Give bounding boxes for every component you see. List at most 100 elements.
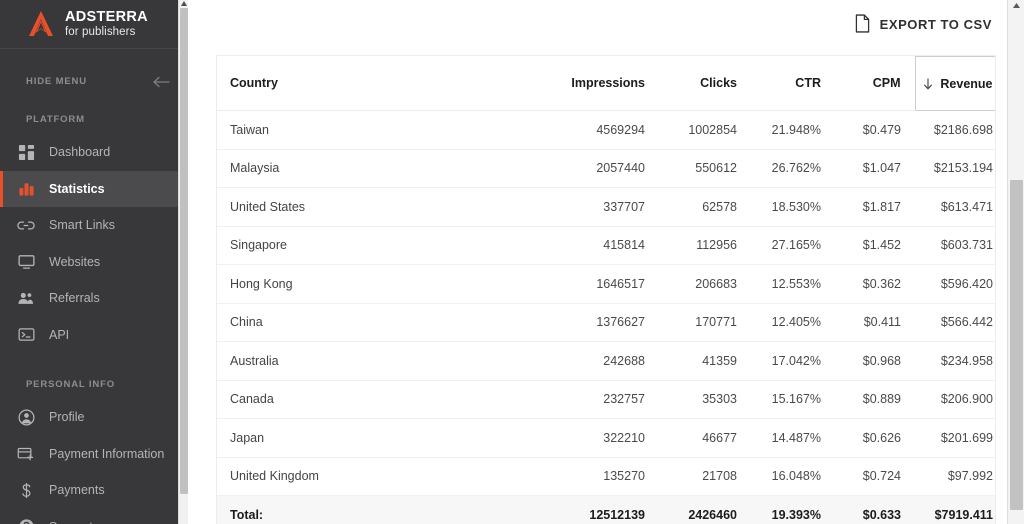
cell-clicks: 206683 bbox=[659, 264, 751, 304]
sidebar-item-label: Payment Information bbox=[49, 446, 165, 461]
file-icon bbox=[855, 13, 870, 36]
sidebar-item-payment-information[interactable]: Payment Information bbox=[0, 436, 188, 473]
cell-cpm: $0.633 bbox=[835, 495, 915, 524]
column-header-clicks[interactable]: Clicks bbox=[659, 56, 751, 111]
cell-revenue: $613.471 bbox=[915, 187, 995, 227]
scroll-up-arrow-icon[interactable] bbox=[181, 1, 187, 6]
table-row: Japan 322210 46677 14.487% $0.626 $201.699 bbox=[217, 418, 995, 458]
link-icon bbox=[17, 216, 35, 234]
cell-revenue: $596.420 bbox=[915, 264, 995, 304]
sidebar-item-api[interactable]: API bbox=[0, 317, 188, 354]
cell-country: United States bbox=[217, 187, 547, 227]
sidebar-item-statistics[interactable]: Statistics bbox=[0, 170, 178, 207]
hide-menu-toggle[interactable]: HIDE MENU bbox=[0, 62, 188, 100]
sidebar-item-websites[interactable]: Websites bbox=[0, 244, 188, 281]
cell-ctr: 26.762% bbox=[751, 149, 835, 188]
cell-cpm: $0.626 bbox=[835, 418, 915, 458]
content-toolbar: EXPORT TO CSV bbox=[188, 0, 1024, 49]
dollar-icon bbox=[17, 481, 35, 499]
table-total-row: Total: 12512139 2426460 19.393% $0.633 $7919.… bbox=[217, 495, 995, 524]
brand-subtitle: for publishers bbox=[65, 25, 136, 38]
sidebar-item-label: Smart Links bbox=[49, 218, 115, 233]
cell-revenue: $97.992 bbox=[915, 457, 995, 496]
cell-cpm: $0.411 bbox=[835, 303, 915, 342]
help-circle-icon bbox=[17, 518, 35, 524]
terminal-icon bbox=[17, 326, 35, 344]
cell-country: United Kingdom bbox=[217, 457, 547, 496]
export-to-csv-label: EXPORT TO CSV bbox=[879, 17, 992, 32]
sidebar: ADSTERRA for publishers HIDE MENU PLATFO… bbox=[0, 0, 188, 524]
brand-logo[interactable]: ADSTERRA for publishers bbox=[0, 0, 188, 49]
column-header-revenue-label: Revenue bbox=[940, 76, 993, 91]
cell-clicks: 170771 bbox=[659, 303, 751, 342]
cell-ctr: 12.553% bbox=[751, 264, 835, 304]
cell-revenue: $201.699 bbox=[915, 418, 995, 458]
scroll-up-arrow-icon[interactable] bbox=[1013, 3, 1020, 8]
cell-ctr: 18.530% bbox=[751, 187, 835, 227]
cell-impressions: 322210 bbox=[547, 418, 659, 458]
cell-impressions: 1376627 bbox=[547, 303, 659, 342]
arrow-left-icon bbox=[153, 75, 170, 88]
cell-cpm: $1.047 bbox=[835, 149, 915, 188]
cell-country: Australia bbox=[217, 341, 547, 381]
cell-impressions: 2057440 bbox=[547, 149, 659, 188]
sidebar-item-label: Profile bbox=[49, 410, 85, 425]
cell-impressions: 135270 bbox=[547, 457, 659, 496]
table-row: United States 337707 62578 18.530% $1.817 $61… bbox=[217, 187, 995, 227]
cell-country: Japan bbox=[217, 418, 547, 458]
column-header-ctr[interactable]: CTR bbox=[751, 56, 835, 111]
cell-revenue: $7919.411 bbox=[915, 495, 995, 524]
sidebar-item-referrals[interactable]: Referrals bbox=[0, 280, 188, 317]
bar-chart-icon bbox=[17, 180, 35, 198]
column-header-impressions[interactable]: Impressions bbox=[547, 56, 659, 111]
cell-revenue: $2186.698 bbox=[915, 110, 995, 150]
page-scrollbar[interactable] bbox=[1007, 0, 1024, 524]
cell-impressions: 1646517 bbox=[547, 264, 659, 304]
table-row: China 1376627 170771 12.405% $0.411 $566.442 bbox=[217, 303, 995, 342]
sidebar-item-label: Statistics bbox=[49, 181, 105, 196]
table-row: United Kingdom 135270 21708 16.048% $0.724 $9… bbox=[217, 457, 995, 496]
table-row: Singapore 415814 112956 27.165% $1.452 $603.7… bbox=[217, 226, 995, 265]
cell-impressions: 337707 bbox=[547, 187, 659, 227]
cell-cpm: $0.724 bbox=[835, 457, 915, 496]
card-plus-icon bbox=[17, 445, 35, 463]
cell-country: Malaysia bbox=[217, 149, 547, 188]
sidebar-scrollbar-thumb[interactable] bbox=[180, 8, 188, 494]
main-content: EXPORT TO CSV Country Impressions Clicks… bbox=[188, 0, 1024, 524]
brand-title: ADSTERRA bbox=[65, 9, 148, 26]
cell-clicks: 35303 bbox=[659, 380, 751, 419]
cell-cpm: $1.452 bbox=[835, 226, 915, 265]
cell-country: Total: bbox=[217, 495, 547, 524]
column-header-cpm[interactable]: CPM bbox=[835, 56, 915, 111]
cell-cpm: $0.479 bbox=[835, 110, 915, 150]
sidebar-item-payments[interactable]: Payments bbox=[0, 472, 188, 509]
table-row: Taiwan 4569294 1002854 21.948% $0.479 $2186.6… bbox=[217, 110, 995, 150]
sidebar-item-dashboard[interactable]: Dashboard bbox=[0, 134, 188, 171]
column-header-country[interactable]: Country bbox=[217, 56, 547, 111]
sidebar-item-label: Referrals bbox=[49, 291, 100, 306]
cell-impressions: 415814 bbox=[547, 226, 659, 265]
cell-ctr: 16.048% bbox=[751, 457, 835, 496]
cell-impressions: 4569294 bbox=[547, 110, 659, 150]
export-to-csv-button[interactable]: EXPORT TO CSV bbox=[851, 8, 996, 42]
sidebar-item-profile[interactable]: Profile bbox=[0, 399, 188, 436]
sidebar-scrollbar[interactable] bbox=[178, 0, 188, 524]
cell-revenue: $234.958 bbox=[915, 341, 995, 381]
cell-ctr: 19.393% bbox=[751, 495, 835, 524]
column-header-revenue[interactable]: Revenue bbox=[914, 56, 995, 111]
table-head: Country Impressions Clicks CTR CPM Reven… bbox=[217, 56, 995, 111]
table-header-row: Country Impressions Clicks CTR CPM Reven… bbox=[217, 56, 995, 111]
table-body: Taiwan 4569294 1002854 21.948% $0.479 $2186.6… bbox=[217, 110, 995, 524]
sidebar-item-smart-links[interactable]: Smart Links bbox=[0, 207, 188, 244]
cell-ctr: 17.042% bbox=[751, 341, 835, 381]
cell-country: Hong Kong bbox=[217, 264, 547, 304]
app-root: ADSTERRA for publishers HIDE MENU PLATFO… bbox=[0, 0, 1024, 524]
page-scrollbar-thumb[interactable] bbox=[1010, 180, 1023, 510]
sidebar-item-label: Support bbox=[49, 520, 93, 524]
cell-cpm: $0.968 bbox=[835, 341, 915, 381]
hide-menu-label: HIDE MENU bbox=[26, 75, 87, 87]
statistics-table: Country Impressions Clicks CTR CPM Reven… bbox=[217, 56, 995, 524]
sidebar-item-support[interactable]: Support bbox=[0, 509, 188, 524]
cell-revenue: $603.731 bbox=[915, 226, 995, 265]
cell-ctr: 27.165% bbox=[751, 226, 835, 265]
